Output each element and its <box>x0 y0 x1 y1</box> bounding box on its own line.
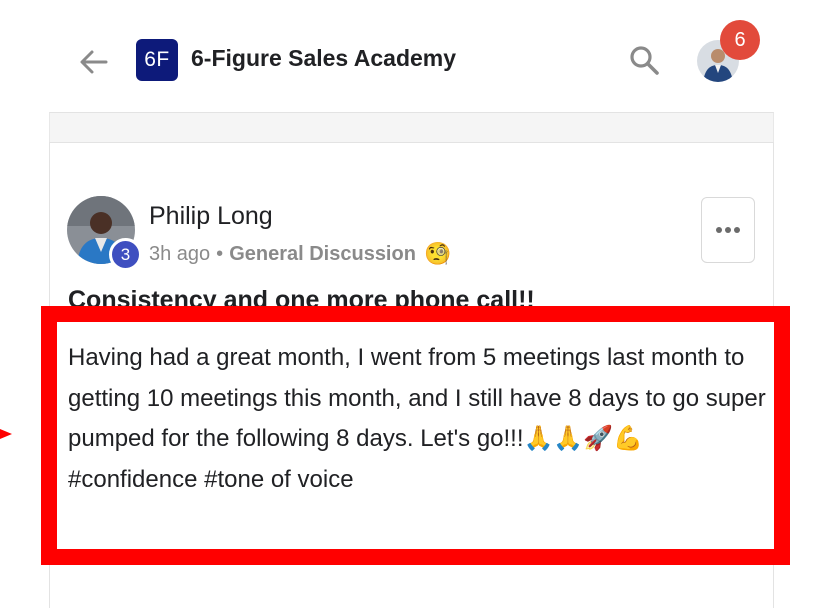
arrow-left-icon <box>80 50 108 74</box>
back-button[interactable] <box>74 42 114 82</box>
feed-divider <box>49 112 774 142</box>
page: 6F 6-Figure Sales Academy 6 3 Philip Lon… <box>0 0 826 608</box>
group-name[interactable]: 6-Figure Sales Academy <box>191 45 456 72</box>
meta-separator: • <box>216 242 224 265</box>
search-button[interactable] <box>624 40 664 80</box>
post-more-button[interactable] <box>701 197 755 263</box>
post-category[interactable]: General Discussion <box>229 243 416 266</box>
top-bar: 6F 6-Figure Sales Academy 6 <box>0 0 826 112</box>
notification-badge[interactable]: 6 <box>720 20 760 60</box>
post-body: Having had a great month, I went from 5 … <box>68 338 768 500</box>
post-meta: 3h ago • General Discussion 🧐 <box>149 241 451 267</box>
group-logo[interactable]: 6F <box>136 39 178 81</box>
category-emoji: 🧐 <box>423 241 452 266</box>
post-hashtags[interactable]: #confidence #tone of voice <box>68 460 768 501</box>
post-time: 3h ago <box>149 242 211 265</box>
author-level-badge: 3 <box>109 238 142 271</box>
search-icon <box>630 46 659 75</box>
author-name[interactable]: Philip Long <box>149 202 273 231</box>
post-body-text: Having had a great month, I went from 5 … <box>68 344 766 452</box>
pointer-arrow-icon <box>0 429 12 439</box>
more-horizontal-icon <box>716 227 740 233</box>
